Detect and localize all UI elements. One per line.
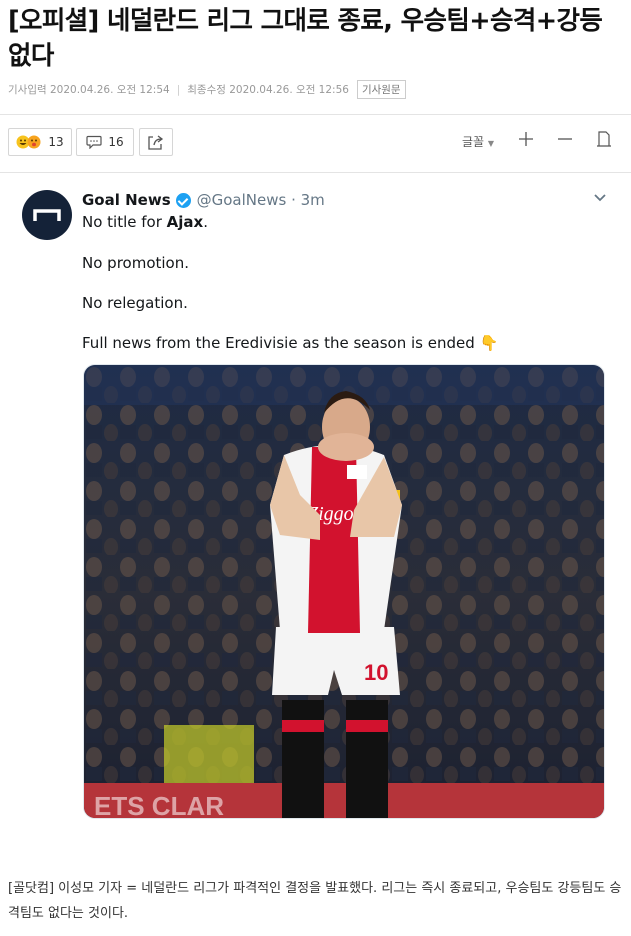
tweet-text: Full news from the Eredivisie as the sea… [82, 334, 475, 352]
share-button[interactable] [139, 128, 173, 156]
comment-icon [86, 135, 102, 149]
font-label: 글꼴 [462, 135, 485, 149]
jersey-number: 10 [364, 660, 388, 685]
print-icon [597, 131, 611, 147]
input-label: 기사입력 [8, 84, 47, 96]
article-body: [골닷컴] 이성모 기자 = 네덜란드 리그가 파격적인 결정을 발표했다. 리… [8, 881, 622, 921]
author-handle: @GoalNews · 3m [196, 191, 325, 209]
caret-down-icon: ▼ [487, 139, 495, 148]
reaction-button[interactable]: 13 [8, 128, 72, 156]
reaction-count: 13 [48, 135, 64, 149]
verified-badge-icon [175, 192, 191, 208]
svg-text:ETS CLAR: ETS CLAR [94, 791, 224, 819]
zoom-out-button[interactable] [557, 131, 573, 150]
tweet-author[interactable]: Goal News @GoalNews · 3m [82, 191, 325, 209]
tweet-line-4: Full news from the Eredivisie as the sea… [82, 334, 498, 352]
comment-count: 16 [108, 135, 124, 149]
divider [0, 172, 631, 173]
pointing-down-emoji-icon: 👇 [479, 334, 499, 352]
share-icon [148, 135, 164, 150]
tweet-line-1: No title for Ajax. [82, 213, 208, 231]
tweet-text: No title for [82, 213, 167, 231]
font-size-menu[interactable]: 글꼴 ▼ [462, 133, 494, 150]
author-name: Goal News [82, 191, 171, 209]
tweet-photo[interactable]: ETS CLAR 10 Ziggo [83, 364, 605, 819]
modified-label: 최종수정 [187, 84, 226, 96]
article-meta: 기사입력 2020.04.26. 오전 12:54 | 최종수정 2020.04… [8, 80, 406, 99]
comment-button[interactable]: 16 [76, 128, 134, 156]
print-button[interactable] [595, 131, 613, 150]
reaction-emoji-icon [16, 135, 41, 149]
tweet-bold-text: Ajax [166, 213, 204, 231]
tweet-line-2: No promotion. [82, 254, 189, 272]
tweet-text: . [203, 213, 208, 231]
plus-icon [519, 132, 533, 146]
divider [0, 114, 631, 115]
ajax-player-photo: ETS CLAR 10 Ziggo [84, 365, 604, 819]
modified-time: 2020.04.26. 오전 12:56 [229, 84, 349, 96]
goal-avatar[interactable] [22, 190, 72, 240]
tweet-line-3: No relegation. [82, 294, 188, 312]
minus-icon [558, 138, 572, 140]
chevron-down-icon[interactable] [592, 190, 608, 206]
goal-logo-icon [33, 209, 61, 221]
original-article-button[interactable]: 기사원문 [356, 80, 406, 99]
input-time: 2020.04.26. 오전 12:54 [49, 84, 170, 96]
article-headline: [오피셜] 네덜란드 리그 그대로 종료, 우승팀+승격+강등 없다 [8, 6, 603, 71]
zoom-in-button[interactable] [518, 131, 534, 150]
meta-divider: | [176, 83, 181, 96]
